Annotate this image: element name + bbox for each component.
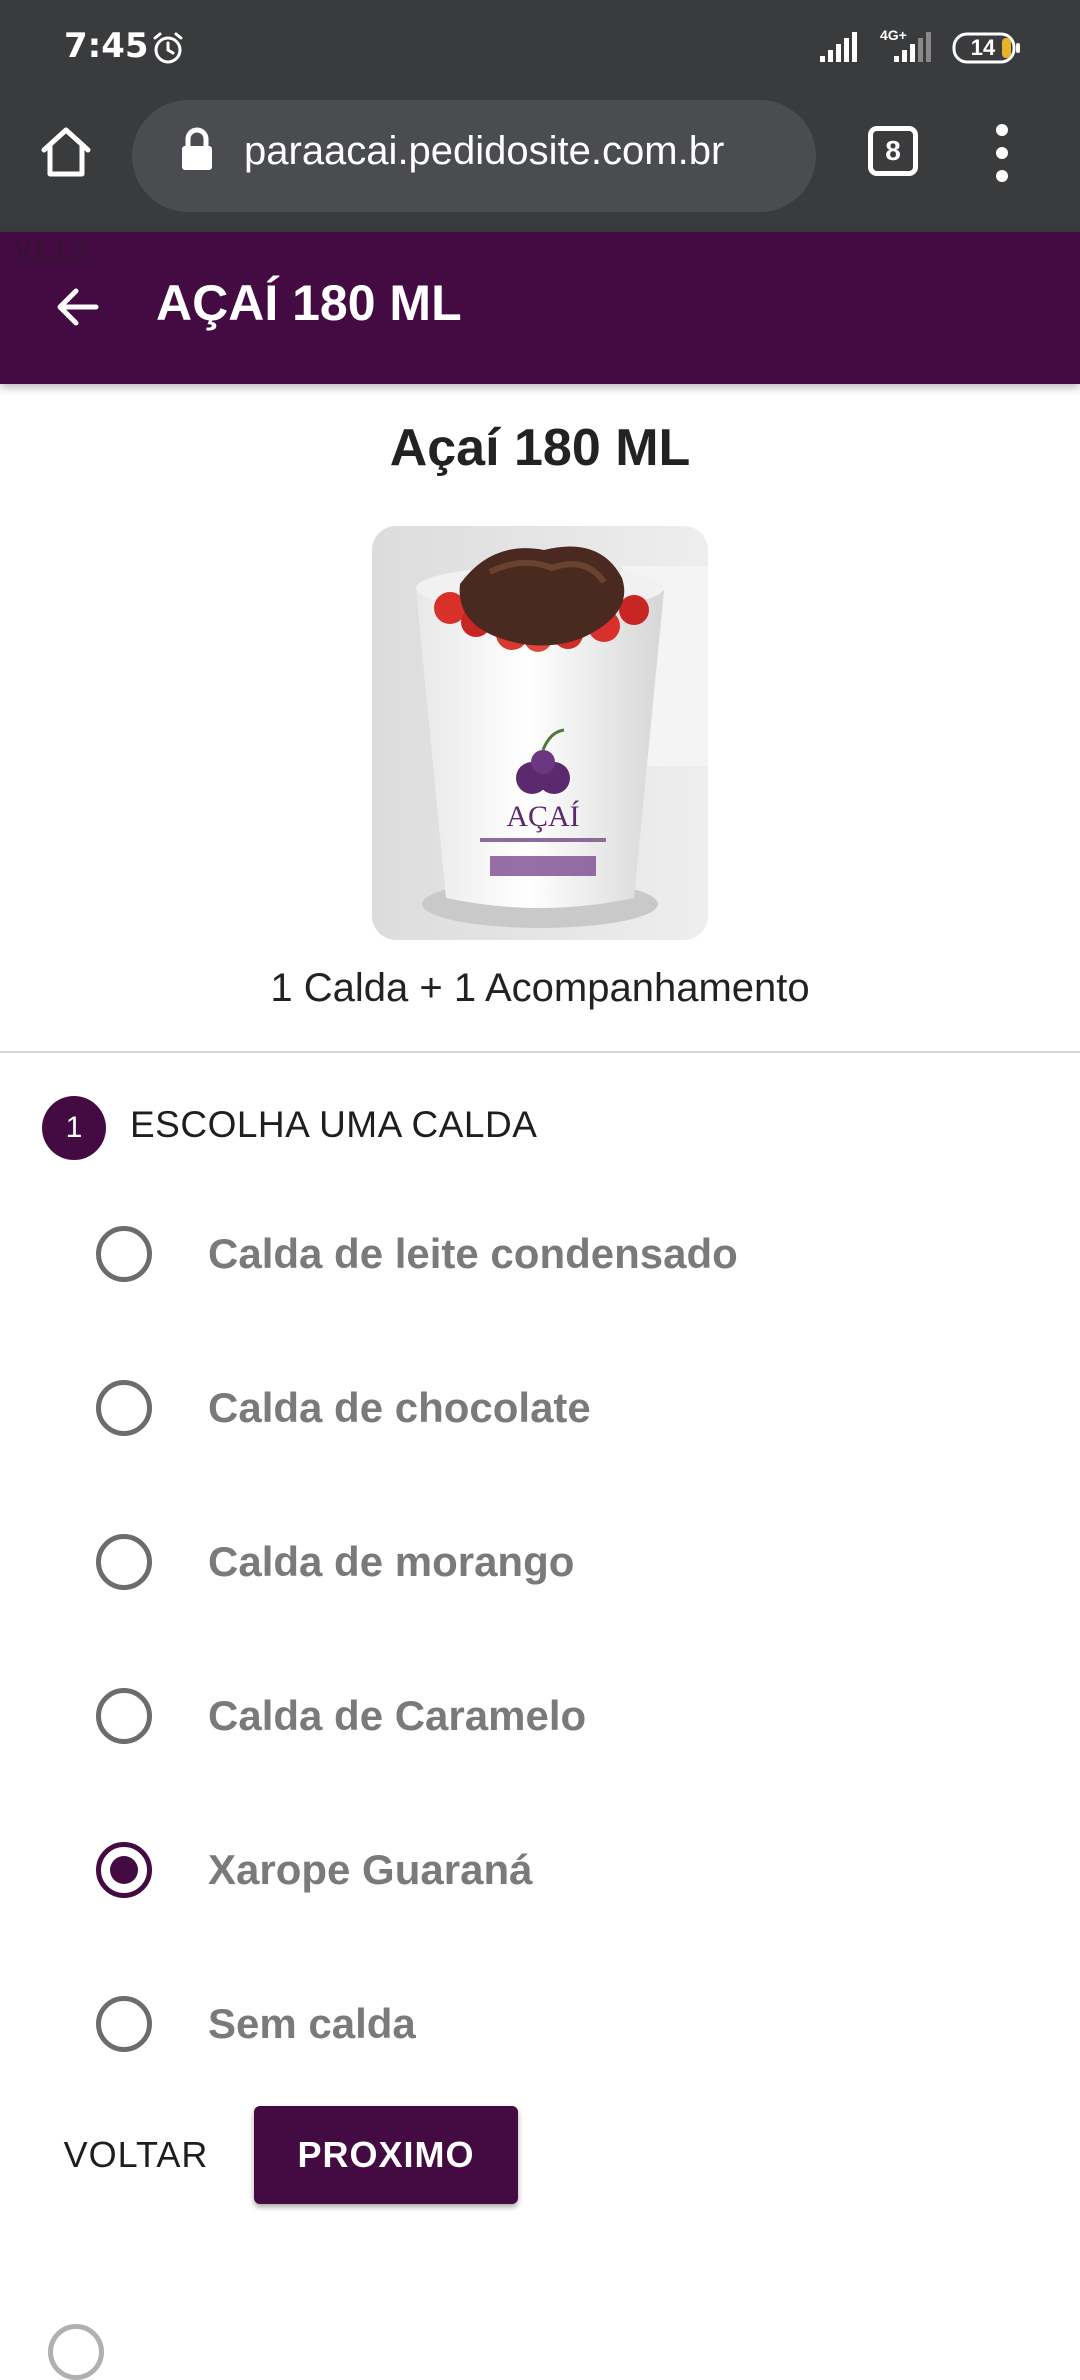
option-label: Calda de morango	[208, 1538, 575, 1585]
option-label: Calda de Caramelo	[208, 1692, 587, 1739]
url-text[interactable]: paraacai.pedidosite.com.br	[244, 124, 794, 178]
option-xarope-guarana[interactable]: Xarope Guaraná	[0, 1820, 1080, 1920]
radio-button[interactable]	[96, 1688, 152, 1744]
network-type-label: 4G+	[880, 27, 907, 43]
product-image: AÇAÍ	[372, 526, 708, 940]
option-calda-caramelo[interactable]: Calda de Caramelo	[0, 1666, 1080, 1766]
next-button[interactable]: PROXIMO	[254, 2106, 518, 2204]
more-vert-icon[interactable]	[990, 120, 1014, 186]
option-calda-leite-condensado[interactable]: Calda de leite condensado	[0, 1204, 1080, 1304]
version-label: V1.1.2	[14, 236, 90, 266]
option-label: Calda de chocolate	[208, 1384, 591, 1431]
option-label: Xarope Guaraná	[208, 1846, 533, 1893]
option-sem-calda[interactable]: Sem calda	[0, 1974, 1080, 2074]
radio-button[interactable]	[96, 1380, 152, 1436]
option-calda-chocolate[interactable]: Calda de chocolate	[0, 1358, 1080, 1458]
lock-icon	[182, 127, 212, 170]
battery-level: 14	[970, 35, 996, 60]
back-button[interactable]: VOLTAR	[40, 2106, 232, 2204]
radio-button-selected[interactable]	[96, 1842, 152, 1898]
product-description: 1 Calda + 1 Acompanhamento	[270, 966, 810, 1010]
option-label: Sem calda	[208, 2000, 416, 2047]
radio-button[interactable]	[96, 1226, 152, 1282]
radio-button[interactable]	[96, 1996, 152, 2052]
cup-logo-text: AÇAÍ	[506, 800, 579, 833]
browser-toolbar: paraacai.pedidosite.com.br 8	[0, 96, 1080, 232]
option-label: Calda de leite condensado	[208, 1230, 738, 1277]
page-title: AÇAÍ 180 ML	[156, 275, 462, 331]
home-icon[interactable]	[38, 124, 94, 180]
back-arrow-icon[interactable]	[52, 282, 102, 332]
signal-icon	[820, 32, 857, 62]
alarm-icon	[153, 32, 183, 64]
product-name: Açaí 180 ML	[389, 419, 691, 477]
app-bar: V1.1.2 AÇAÍ 180 ML	[0, 232, 1080, 384]
option-calda-morango[interactable]: Calda de morango	[0, 1512, 1080, 1612]
status-bar: 7:45 4G+ 14	[0, 0, 1080, 96]
status-time: 7:45	[64, 26, 149, 66]
divider	[0, 1051, 1080, 1053]
next-step-circle	[48, 2324, 104, 2380]
step-number: 1	[42, 1096, 106, 1160]
step-title: ESCOLHA UMA CALDA	[130, 1104, 538, 1145]
radio-button[interactable]	[96, 1534, 152, 1590]
tabs-icon[interactable]: 8	[868, 126, 918, 176]
